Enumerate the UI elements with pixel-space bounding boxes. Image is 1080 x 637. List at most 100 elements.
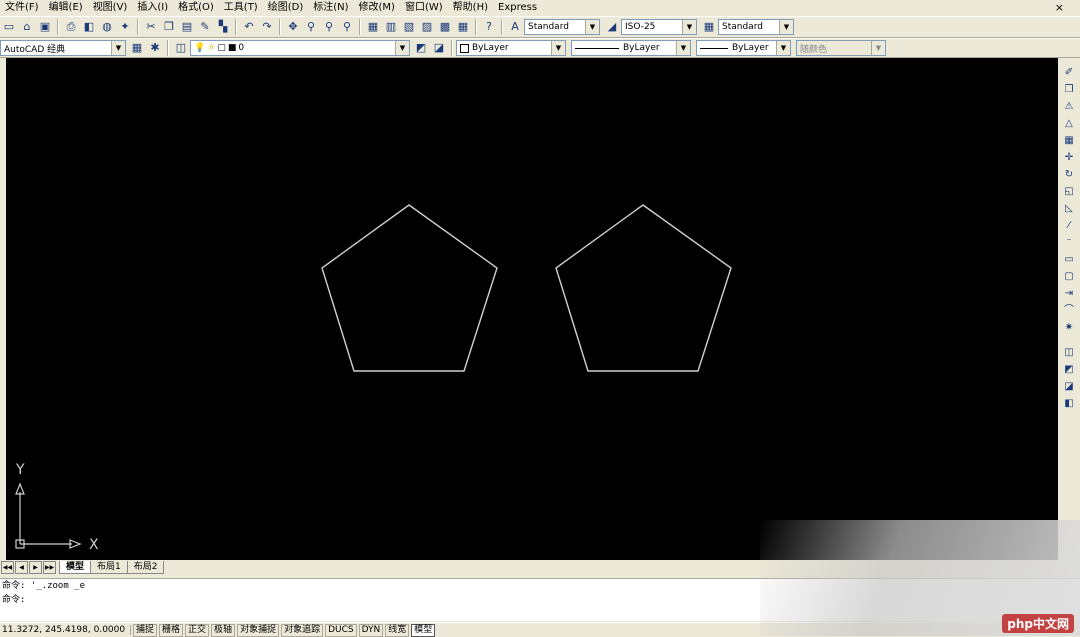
paste-icon[interactable]: ▤ [179,19,195,35]
linetype-select[interactable]: ByLayer ▼ [571,40,691,56]
chevron-down-icon[interactable]: ▼ [776,41,790,55]
print-preview-icon[interactable]: ◧ [81,19,97,35]
polar-toggle[interactable]: 极轴 [211,623,236,637]
markup-icon[interactable]: ▩ [437,19,453,35]
ducs-toggle[interactable]: DUCS [325,623,357,637]
etransmit-icon[interactable]: ✦ [117,19,133,35]
open-file-icon[interactable]: ⌂ [19,19,35,35]
properties-icon[interactable]: ▦ [365,19,381,35]
make-layer-current-icon[interactable]: ◩ [413,40,429,56]
chevron-down-icon[interactable]: ▼ [676,41,690,55]
erase-icon[interactable]: ✐ [1061,65,1077,80]
offset-icon[interactable]: △ [1061,116,1077,131]
coordinate-readout[interactable]: 11.3272, 245.4198, 0.0000 [0,625,131,635]
layer-select[interactable]: 💡 ☼ ▢ ■ 0 ▼ [190,40,410,56]
lineweight-select[interactable]: ByLayer ▼ [696,40,791,56]
menu-file[interactable]: 文件(F) [0,0,44,16]
pan-icon[interactable]: ✥ [285,19,301,35]
help-icon[interactable]: ? [481,19,497,35]
menu-window[interactable]: 窗口(W) [400,0,448,16]
chamfer-icon[interactable]: ⇥ [1061,286,1077,301]
calculator-icon[interactable]: ▦ [455,19,471,35]
chevron-down-icon[interactable]: ▼ [551,41,565,55]
lineweight-toggle[interactable]: 线宽 [385,623,410,637]
otrack-toggle[interactable]: 对象追踪 [281,623,324,637]
join-icon[interactable]: ▢ [1061,269,1077,284]
zoom-window-icon[interactable]: ⚲ [321,19,337,35]
dim-style-select[interactable]: ISO-25 ▼ [621,19,697,35]
publish-icon[interactable]: ◍ [99,19,115,35]
chevron-down-icon[interactable]: ▼ [395,41,409,55]
model-toggle[interactable]: 模型 [411,623,436,637]
tab-first-icon[interactable]: ◀◀ [1,560,14,574]
redo-icon[interactable]: ↷ [259,19,275,35]
menu-view[interactable]: 视图(V) [88,0,133,16]
scale-icon[interactable]: ◱ [1061,184,1077,199]
save-icon[interactable]: ▣ [37,19,53,35]
dyn-toggle[interactable]: DYN [358,623,384,637]
ortho-toggle[interactable]: 正交 [185,623,210,637]
move-icon[interactable]: ✛ [1061,150,1077,165]
chevron-down-icon[interactable]: ▼ [779,20,793,34]
menu-dimension[interactable]: 标注(N) [308,0,353,16]
workspace-select[interactable]: AutoCAD 经典 ▼ [0,40,126,56]
tab-layout2[interactable]: 布局2 [126,560,165,574]
stretch-icon[interactable]: ◺ [1061,201,1077,216]
chevron-down-icon[interactable]: ▼ [111,41,125,55]
cut-icon[interactable]: ✂ [143,19,159,35]
text-style-select[interactable]: Standard ▼ [524,19,600,35]
sheet-set-icon[interactable]: ▨ [419,19,435,35]
menu-draw[interactable]: 绘图(D) [263,0,309,16]
mirror-icon[interactable]: ⚠ [1061,99,1077,114]
menu-express[interactable]: Express [493,0,542,16]
tab-model[interactable]: 模型 [59,560,92,574]
chevron-down-icon[interactable]: ▼ [585,20,599,34]
copy-object-icon[interactable]: ❐ [1061,82,1077,97]
menu-help[interactable]: 帮助(H) [448,0,493,16]
tool-palettes-icon[interactable]: ▧ [401,19,417,35]
pentagon-right[interactable] [555,204,732,372]
zoom-previous-icon[interactable]: ⚲ [339,19,355,35]
color-select[interactable]: ByLayer ▼ [456,40,566,56]
copy-icon[interactable]: ❐ [161,19,177,35]
new-file-icon[interactable]: ▭ [1,19,17,35]
menu-insert[interactable]: 插入(I) [132,0,173,16]
osnap-toggle[interactable]: 对象捕捉 [237,623,280,637]
rotate-icon[interactable]: ↻ [1061,167,1077,182]
grid-toggle[interactable]: 栅格 [159,623,184,637]
pentagon-left[interactable] [321,204,498,372]
array-icon[interactable]: ▦ [1061,133,1077,148]
match-properties-icon[interactable]: ✎ [197,19,213,35]
workspace-save-icon[interactable]: ✱ [147,40,163,56]
send-back-icon[interactable]: ◪ [1061,379,1077,394]
zoom-realtime-icon[interactable]: ⚲ [303,19,319,35]
menu-edit[interactable]: 编辑(E) [44,0,88,16]
tab-last-icon[interactable]: ▶▶ [43,560,56,574]
break-icon[interactable]: ▭ [1061,252,1077,267]
layer-manager-icon[interactable]: ◫ [173,40,189,56]
snap-toggle[interactable]: 捕捉 [133,623,158,637]
print-icon[interactable]: ⎙ [63,19,79,35]
layer-previous-icon[interactable]: ◪ [431,40,447,56]
design-center-icon[interactable]: ▥ [383,19,399,35]
menu-tools[interactable]: 工具(T) [219,0,263,16]
menu-modify[interactable]: 修改(M) [354,0,400,16]
explode-icon[interactable]: ✷ [1061,320,1077,335]
tab-prev-icon[interactable]: ◀ [15,560,28,574]
tab-layout1[interactable]: 布局1 [90,560,128,574]
close-icon[interactable]: × [1055,0,1064,16]
block-editor-icon[interactable]: ▚ [215,19,231,35]
table-style-select[interactable]: Standard ▼ [718,19,794,35]
trim-icon[interactable]: ⁄ [1061,218,1077,233]
drawing-canvas[interactable]: Y X [6,58,1058,560]
bring-above-icon[interactable]: ◧ [1061,396,1077,411]
fillet-icon[interactable]: ⌒ [1061,303,1077,318]
extend-icon[interactable]: ⁻ [1061,235,1077,250]
draw-order-icon[interactable]: ◫ [1061,345,1077,360]
chevron-down-icon[interactable]: ▼ [682,20,696,34]
bring-front-icon[interactable]: ◩ [1061,362,1077,377]
menu-format[interactable]: 格式(O) [173,0,219,16]
workspace-settings-icon[interactable]: ▦ [129,40,145,56]
undo-icon[interactable]: ↶ [241,19,257,35]
tab-next-icon[interactable]: ▶ [29,560,42,574]
